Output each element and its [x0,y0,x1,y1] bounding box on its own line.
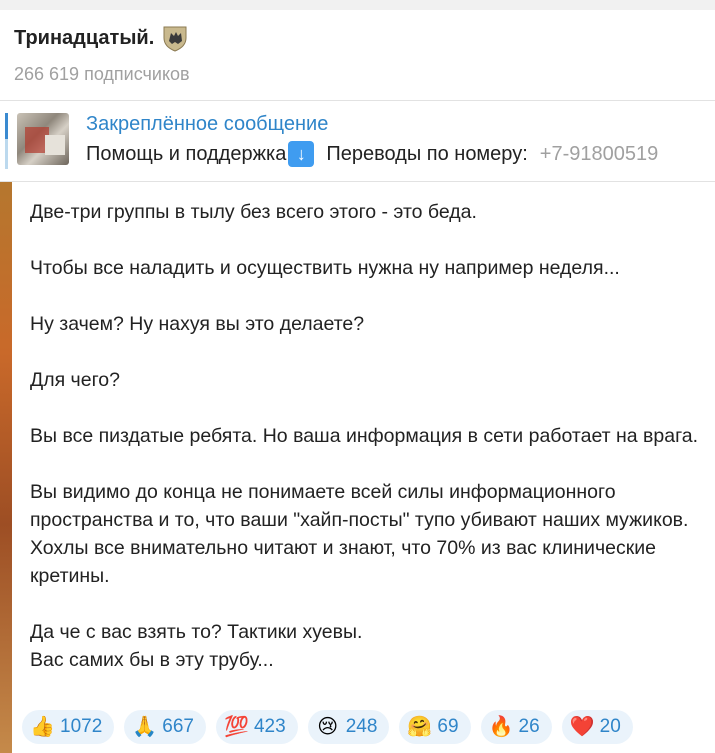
reaction-count: 1072 [60,716,103,737]
message-paragraph: Для чего? [30,369,120,391]
pinned-help-text: Помощь и поддержка [86,142,287,165]
thumbs-up-icon: 👍 [30,716,55,738]
pinned-indicator [5,113,8,169]
wolf-shield-icon [163,26,187,52]
reaction-fire[interactable]: 🔥 26 [480,710,552,744]
hundred-icon: 💯 [223,716,249,738]
message-paragraph: Чтобы все наладить и осуществить нужна н… [30,257,620,279]
reaction-heart[interactable]: ❤️ 20 [561,710,633,744]
message-paragraph: Две-три группы в тылу без всего этого - … [30,201,477,223]
message-paragraph: Вы все пиздатые ребята. Но ваша информац… [30,425,699,447]
reaction-hug[interactable]: 🤗 69 [399,710,471,744]
pinned-phone: +7-91800519 [539,142,659,165]
heart-icon: ❤️ [569,716,595,738]
message-line: Да че с вас взять то? Тактики хуевы. [30,621,363,643]
pinned-message-bar[interactable]: Закреплённое сообщение Помощь и поддержк… [0,101,715,182]
reaction-count: 423 [253,716,286,737]
message-line: Вас самих бы в эту трубу... [30,649,274,671]
message-paragraph: Вы видимо до конца не понимаете всей сил… [30,481,689,587]
crying-icon: 😢 [317,716,339,738]
pinned-title: Закреплённое сообщение [86,113,329,135]
reaction-count: 667 [162,716,194,737]
window-top-strip [0,0,715,10]
subscriber-count: 266 619 подписчиков [14,64,190,84]
message-paragraph: Ну зачем? Ну нахуя вы это делаете? [30,313,365,335]
message-text: Две-три группы в тылу без всего этого - … [30,198,700,674]
reaction-hundred[interactable]: 💯 423 [215,710,298,744]
pinned-thumbnail[interactable] [17,113,69,165]
reactions-bar: 👍 1072 🙏 667 💯 423 😢 248 🤗 69 🔥 26 ❤️ 20 [22,710,633,744]
reaction-count: 69 [437,716,459,737]
channel-header[interactable]: Тринадцатый. 266 619 подписчиков [0,10,715,101]
pinned-text: Помощь и поддержка ↓ Переводы по номеру:… [86,141,658,167]
reaction-count: 248 [345,716,378,737]
title-row: Тринадцатый. [14,24,188,52]
reaction-thumbs-up[interactable]: 👍 1072 [22,710,115,744]
reaction-crying[interactable]: 😢 248 [307,710,390,744]
reaction-count: 20 [599,716,621,737]
reaction-count: 26 [518,716,540,737]
fire-icon: 🔥 [488,716,514,738]
pinned-transfer-label: Переводы по номеру: [326,142,528,165]
reaction-pray[interactable]: 🙏 667 [124,710,206,744]
channel-title[interactable]: Тринадцатый. [14,27,154,50]
down-arrow-emoji-icon: ↓ [288,141,315,167]
pray-icon: 🙏 [132,716,158,738]
hug-icon: 🤗 [407,716,433,738]
